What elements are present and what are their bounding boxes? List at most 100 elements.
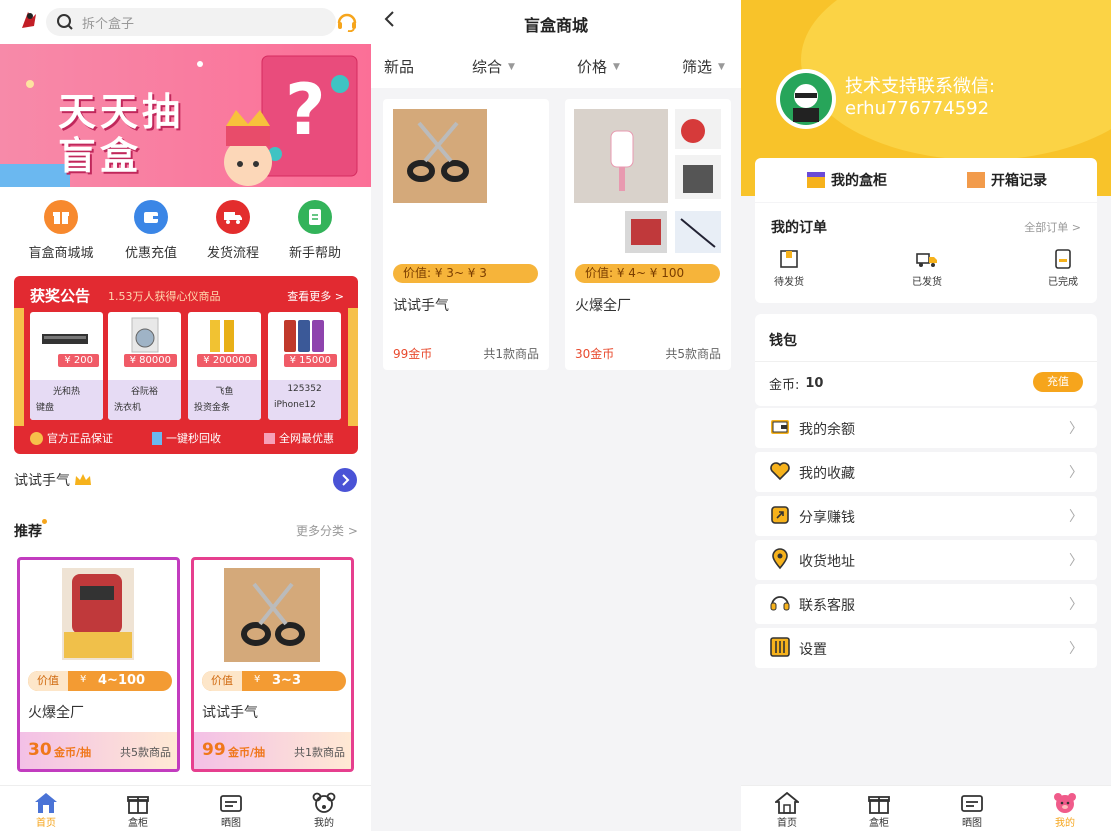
tab-mine[interactable]: 我的: [1035, 792, 1095, 829]
quick-entry-recharge[interactable]: 优惠充值: [111, 200, 191, 261]
search-icon: [56, 13, 74, 31]
product-card[interactable]: 价值: ¥ 4~ ¥ 100 火爆全厂 30金币 共5款商品: [565, 99, 731, 370]
caret-down-icon: ▼: [718, 61, 725, 72]
order-shipped[interactable]: 已发货: [907, 249, 947, 288]
prize-item[interactable]: ¥ 80000 谷阮裕 洗衣机: [108, 312, 181, 420]
avatar[interactable]: [775, 68, 837, 130]
prize-name: 洗衣机: [114, 403, 142, 413]
bear-icon: [1035, 792, 1095, 814]
quick-entry-label: 优惠充值: [124, 246, 177, 261]
price-number: 99: [202, 740, 226, 760]
prize-name: iPhone12: [274, 400, 316, 410]
filter-price[interactable]: 价格 ▼: [577, 56, 620, 77]
prize-price: ¥ 200000: [197, 354, 257, 367]
orders-section: 我的订单 全部订单 > 待发货 已发货 已完成: [755, 203, 1097, 303]
prize-item[interactable]: ¥ 200000 飞鱼 投资金条: [188, 312, 261, 420]
tab-home[interactable]: 首页: [16, 792, 76, 829]
cabinet-icon: [807, 172, 825, 188]
prize-item[interactable]: ¥ 200 光和热 键盘: [30, 312, 103, 420]
recommend-title: 推荐: [14, 524, 42, 540]
button-label: 开箱记录: [991, 173, 1047, 189]
prize-announcement: 获奖公告 1.53万人获得心仪商品 查看更多 > ¥ 200 光和热 键盘 ¥ …: [14, 276, 358, 454]
promo-banner[interactable]: ? 天天抽盲盒: [0, 44, 371, 187]
recommend-card[interactable]: 价值 ¥ 3~3 试试手气 99 金币/抽 共1款商品: [191, 557, 354, 772]
trial-row[interactable]: 试试手气: [14, 470, 92, 490]
value-range: 3~3: [272, 673, 301, 688]
tab-home[interactable]: 首页: [757, 792, 817, 829]
scissors-image: [224, 568, 320, 662]
tag-icon: [264, 432, 275, 444]
truck-icon: [216, 200, 250, 234]
contact-wechat: erhu776774592: [845, 98, 990, 119]
all-orders-link[interactable]: 全部订单 >: [1024, 219, 1081, 235]
recommend-card[interactable]: 价值 ¥ 4~100 火爆全厂 30 金币/抽 共5款商品: [17, 557, 180, 772]
recharge-button[interactable]: 充值: [1033, 372, 1083, 392]
menu-label: 收货地址: [799, 554, 855, 570]
balance-icon: [769, 416, 791, 438]
quick-entry-label: 盲盒商城城: [28, 246, 94, 261]
menu-item-favorites[interactable]: 我的收藏 〉: [755, 452, 1097, 492]
bottom-tab-bar: 首页 盒柜 晒图 我的: [741, 785, 1111, 831]
quick-entry-help[interactable]: 新手帮助: [275, 200, 355, 261]
menu-item-share[interactable]: 分享赚钱 〉: [755, 496, 1097, 536]
arrow-right-circle-icon[interactable]: [333, 468, 357, 492]
menu-item-settings[interactable]: 设置 〉: [755, 628, 1097, 668]
phone-image: [284, 320, 324, 352]
search-input[interactable]: 拆个盒子: [46, 8, 336, 36]
quick-entry-shipping[interactable]: 发货流程: [193, 200, 273, 261]
feature-label: 一键秒回收: [166, 432, 221, 445]
wallet-section: 钱包 金币: 10 充值: [755, 314, 1097, 406]
gold-bar-image: [210, 320, 234, 352]
order-completed[interactable]: 已完成: [1043, 249, 1083, 288]
filter-composite[interactable]: 综合 ▼: [472, 56, 515, 77]
feature-genuine: 官方正品保证: [30, 430, 113, 446]
order-pending[interactable]: 待发货: [769, 249, 809, 288]
trial-label: 试试手气: [14, 473, 70, 489]
tab-label: 盒柜: [128, 818, 148, 829]
prize-more-link[interactable]: 查看更多 >: [287, 288, 344, 304]
card-name: 试试手气: [393, 298, 449, 314]
filter-new[interactable]: 新品: [384, 56, 414, 77]
tab-cabinet[interactable]: 盒柜: [108, 792, 168, 829]
product-card[interactable]: 价值: ¥ 3~ ¥ 3 试试手气 99金币 共1款商品: [383, 99, 549, 370]
quick-entry-mall[interactable]: 盲盒商城城: [21, 200, 101, 261]
scissors-image: [393, 109, 487, 203]
keyboard-image: [42, 334, 88, 344]
tab-showcase[interactable]: 晒图: [942, 792, 1002, 829]
caret-down-icon: ▼: [613, 61, 620, 72]
card-count: 共1款商品: [483, 347, 539, 361]
card-count: 共5款商品: [665, 347, 721, 361]
prize-user: 光和热: [52, 387, 80, 397]
menu-item-support[interactable]: 联系客服 〉: [755, 584, 1097, 624]
scroll-right-decor: [348, 308, 358, 426]
truck-icon: [907, 249, 947, 269]
search-placeholder: 拆个盒子: [82, 16, 135, 32]
tab-mine[interactable]: 我的: [294, 792, 354, 829]
filter-screen[interactable]: 筛选 ▼: [682, 56, 725, 77]
headset-icon[interactable]: [336, 10, 358, 32]
value-label: 价值: [202, 671, 242, 691]
card-name: 火爆全厂: [28, 705, 84, 721]
value-range: 4~100: [98, 673, 146, 688]
share-icon: [769, 504, 791, 526]
more-categories-link[interactable]: 更多分类 >: [296, 522, 358, 539]
open-records-button[interactable]: 开箱记录: [967, 170, 1047, 190]
card-footer: 30 金币/抽 共5款商品: [20, 732, 177, 769]
app-logo-icon: [18, 8, 40, 32]
tab-label: 晒图: [962, 818, 982, 829]
menu-item-balance[interactable]: 我的余额 〉: [755, 408, 1097, 448]
my-cabinet-button[interactable]: 我的盒柜: [807, 170, 887, 190]
prize-item[interactable]: ¥ 15000 125352 iPhone12: [268, 312, 341, 420]
feature-recycle: 一键秒回收: [152, 430, 221, 446]
tab-cabinet[interactable]: 盒柜: [849, 792, 909, 829]
chevron-right-icon: 〉: [1069, 509, 1083, 525]
menu-label: 分享赚钱: [799, 510, 855, 526]
card-price: 99金币: [393, 347, 433, 361]
settings-icon: [769, 636, 791, 658]
prize-subtitle: 1.53万人获得心仪商品: [108, 290, 221, 303]
prize-title: 获奖公告: [30, 287, 91, 305]
quick-entry-label: 发货流程: [206, 246, 259, 261]
coin-value: 10: [805, 376, 824, 391]
menu-item-address[interactable]: 收货地址 〉: [755, 540, 1097, 580]
tab-showcase[interactable]: 晒图: [201, 792, 261, 829]
